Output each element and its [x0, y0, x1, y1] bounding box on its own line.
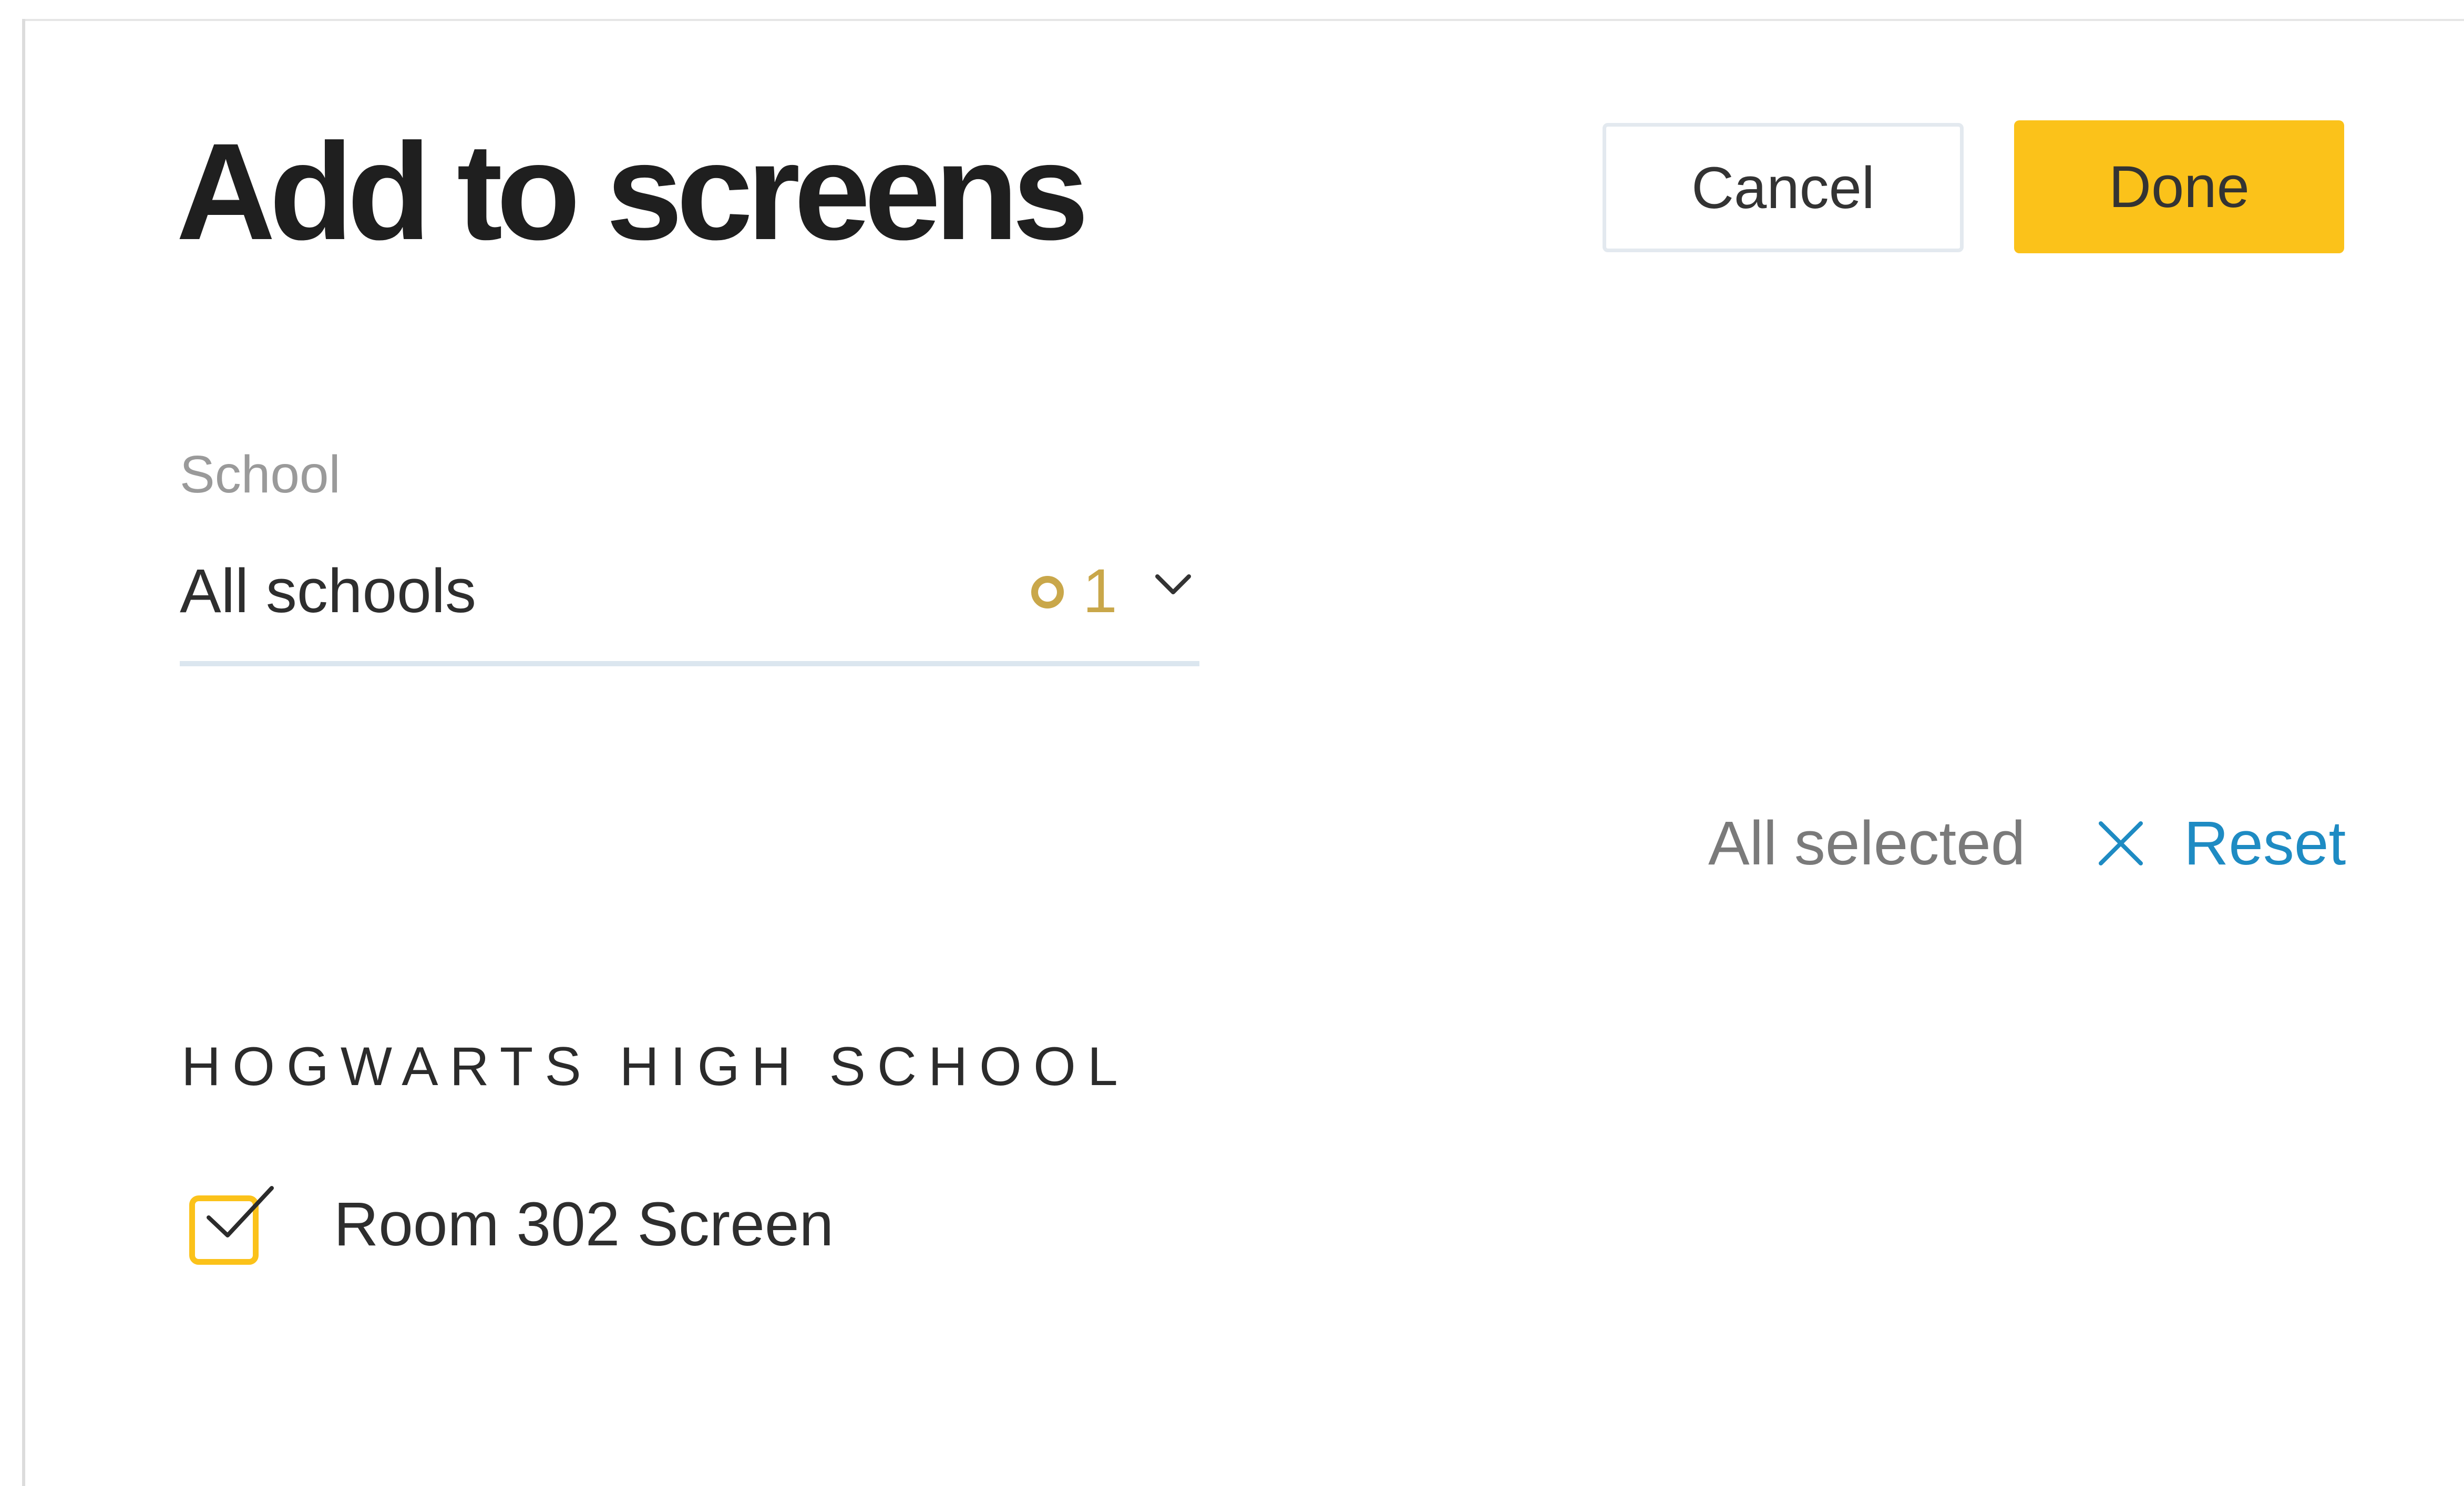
school-select-value: All schools: [180, 556, 477, 626]
ring-icon: [1031, 576, 1064, 608]
group-heading: HOGWARTS HIGH SCHOOL: [181, 1036, 1130, 1097]
selection-status: All selected: [1708, 809, 2026, 878]
screen-checkbox[interactable]: [181, 1185, 274, 1265]
cancel-button[interactable]: Cancel: [1603, 123, 1964, 252]
done-button[interactable]: Done: [2014, 120, 2344, 253]
list-item[interactable]: Room 302 Screen: [181, 1177, 834, 1272]
screen-item-label: Room 302 Screen: [334, 1190, 834, 1259]
page-title: Add to screens: [176, 115, 1089, 269]
chevron-down-icon: [1152, 563, 1194, 605]
checkmark-icon: [207, 1186, 274, 1237]
selected-count: 1: [1083, 556, 1117, 626]
add-to-screens-dialog: Add to screens Cancel Done School All sc…: [0, 0, 2464, 1486]
top-border: [24, 19, 2464, 21]
reset-button[interactable]: Reset: [2095, 804, 2346, 883]
close-icon: [2095, 817, 2147, 870]
select-underline: [180, 661, 1199, 666]
school-select[interactable]: All schools 1: [180, 541, 1199, 673]
left-border: [22, 19, 25, 1486]
school-field-label: School: [180, 445, 341, 504]
reset-label: Reset: [2184, 809, 2346, 878]
